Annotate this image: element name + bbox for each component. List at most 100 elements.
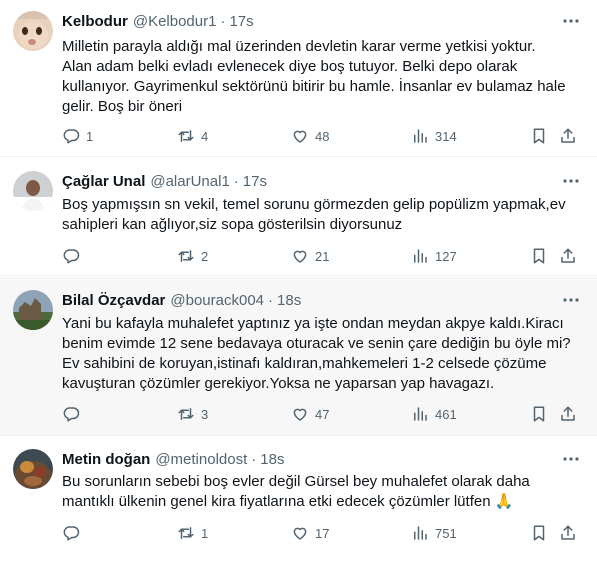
- tweet-text: Boş yapmışsın sn vekil, temel sorunu gör…: [62, 195, 582, 235]
- bookmark-icon: [530, 405, 548, 423]
- avatar[interactable]: [13, 171, 53, 211]
- tweet-header: Kelbodur @Kelbodur1 · 17s: [62, 11, 254, 31]
- retweet-count: 4: [201, 128, 209, 144]
- like-button[interactable]: 17: [291, 522, 329, 544]
- retweet-icon: [177, 524, 195, 542]
- bookmark-button[interactable]: [530, 403, 548, 425]
- like-count: 21: [315, 248, 330, 264]
- separator: ·: [233, 172, 239, 190]
- share-icon: [559, 405, 577, 423]
- reply-icon: [62, 247, 80, 265]
- tweet-header: Bilal Özçavdar @bourack004 · 18s: [62, 290, 301, 310]
- retweet-icon: [177, 405, 195, 423]
- views-icon: [411, 405, 429, 423]
- author-handle[interactable]: @alarUnal1: [150, 173, 229, 190]
- author-handle[interactable]: @Kelbodur1: [133, 13, 217, 30]
- bookmark-icon: [530, 247, 548, 265]
- like-count: 17: [315, 525, 330, 541]
- tweet-header: Metin doğan @metinoldost · 18s: [62, 449, 284, 469]
- reply-button[interactable]: [62, 522, 86, 544]
- views-button[interactable]: 751: [411, 522, 457, 544]
- share-button[interactable]: [559, 522, 577, 544]
- author-name[interactable]: Bilal Özçavdar: [62, 292, 165, 309]
- reply-button[interactable]: 1: [62, 125, 93, 147]
- like-count: 48: [315, 128, 330, 144]
- reply-button[interactable]: [62, 245, 86, 267]
- views-button[interactable]: 127: [411, 245, 457, 267]
- tweet-text: Milletin parayla aldığı mal üzerinden de…: [62, 37, 582, 117]
- separator: ·: [251, 450, 257, 468]
- retweet-button[interactable]: 3: [177, 403, 208, 425]
- views-count: 751: [435, 525, 457, 541]
- avatar[interactable]: [13, 11, 53, 51]
- tweet-text-line: Yani bu kafayla muhalefet yaptınız ya iş…: [62, 315, 564, 332]
- views-icon: [411, 127, 429, 145]
- more-icon[interactable]: [561, 11, 581, 31]
- share-button[interactable]: [559, 403, 577, 425]
- like-button[interactable]: 21: [291, 245, 329, 267]
- retweet-icon: [177, 247, 195, 265]
- reply-icon: [62, 524, 80, 542]
- author-handle[interactable]: @metinoldost: [155, 451, 247, 468]
- tweet-text-line: Alan adam belki evladı evlenecek diye bo…: [62, 58, 518, 75]
- retweet-icon: [177, 127, 195, 145]
- tweet-text-line: Boş yapmışsın sn vekil, temel sorunu gör…: [62, 196, 566, 213]
- like-icon: [291, 405, 309, 423]
- share-icon: [559, 524, 577, 542]
- separator: ·: [220, 12, 226, 30]
- views-button[interactable]: 314: [411, 125, 457, 147]
- reply-icon: [62, 405, 80, 423]
- action-bar: 1 4 48 314: [62, 125, 581, 147]
- timestamp[interactable]: 18s: [260, 451, 284, 468]
- tweet-text-line: Bu sorunların sebebi boş evler değil Gür…: [62, 473, 530, 490]
- separator: ·: [268, 291, 274, 309]
- views-icon: [411, 247, 429, 265]
- avatar[interactable]: [13, 290, 53, 330]
- like-button[interactable]: 47: [291, 403, 329, 425]
- more-icon[interactable]: [561, 449, 581, 469]
- retweet-button[interactable]: 4: [177, 125, 208, 147]
- tweet[interactable]: Kelbodur @Kelbodur1 · 17s Milletin paray…: [0, 0, 597, 157]
- author-name[interactable]: Metin doğan: [62, 451, 150, 468]
- views-count: 127: [435, 248, 457, 264]
- tweet-feed: Kelbodur @Kelbodur1 · 17s Milletin paray…: [0, 0, 597, 567]
- share-button[interactable]: [559, 125, 577, 147]
- tweet-text-line: gelir. Boş bir öneri: [62, 98, 183, 115]
- views-count: 314: [435, 128, 457, 144]
- tweet[interactable]: Metin doğan @metinoldost · 18s Bu sorunl…: [0, 437, 597, 567]
- reply-icon: [62, 127, 80, 145]
- like-count: 47: [315, 406, 330, 422]
- timestamp[interactable]: 18s: [277, 292, 301, 309]
- bookmark-icon: [530, 127, 548, 145]
- tweet-text-line: Milletin parayla aldığı mal üzerinden de…: [62, 38, 536, 55]
- more-icon[interactable]: [561, 171, 581, 191]
- author-name[interactable]: Çağlar Unal: [62, 173, 145, 190]
- tweet-text-line: kullanıyor. Gayrimenkul sektörünü bitiri…: [62, 78, 566, 95]
- author-name[interactable]: Kelbodur: [62, 13, 128, 30]
- views-count: 461: [435, 406, 457, 422]
- timestamp[interactable]: 17s: [243, 173, 267, 190]
- action-bar: 3 47 461: [62, 403, 581, 425]
- like-icon: [291, 247, 309, 265]
- author-handle[interactable]: @bourack004: [170, 292, 264, 309]
- like-icon: [291, 127, 309, 145]
- like-button[interactable]: 48: [291, 125, 329, 147]
- action-bar: 2 21 127: [62, 245, 581, 267]
- avatar[interactable]: [13, 449, 53, 489]
- bookmark-button[interactable]: [530, 245, 548, 267]
- bookmark-button[interactable]: [530, 125, 548, 147]
- retweet-button[interactable]: 1: [177, 522, 208, 544]
- like-icon: [291, 524, 309, 542]
- more-icon[interactable]: [561, 290, 581, 310]
- tweet[interactable]: Bilal Özçavdar @bourack004 · 18s Yani bu…: [0, 277, 597, 436]
- retweet-button[interactable]: 2: [177, 245, 208, 267]
- tweet-text: Yani bu kafayla muhalefet yaptınız ya iş…: [62, 314, 582, 394]
- reply-count: 1: [86, 128, 94, 144]
- timestamp[interactable]: 17s: [229, 13, 253, 30]
- share-button[interactable]: [559, 245, 577, 267]
- reply-button[interactable]: [62, 403, 86, 425]
- views-button[interactable]: 461: [411, 403, 457, 425]
- tweet-header: Çağlar Unal @alarUnal1 · 17s: [62, 171, 267, 191]
- tweet[interactable]: Çağlar Unal @alarUnal1 · 17s Boş yapmışs…: [0, 158, 597, 276]
- bookmark-button[interactable]: [530, 522, 548, 544]
